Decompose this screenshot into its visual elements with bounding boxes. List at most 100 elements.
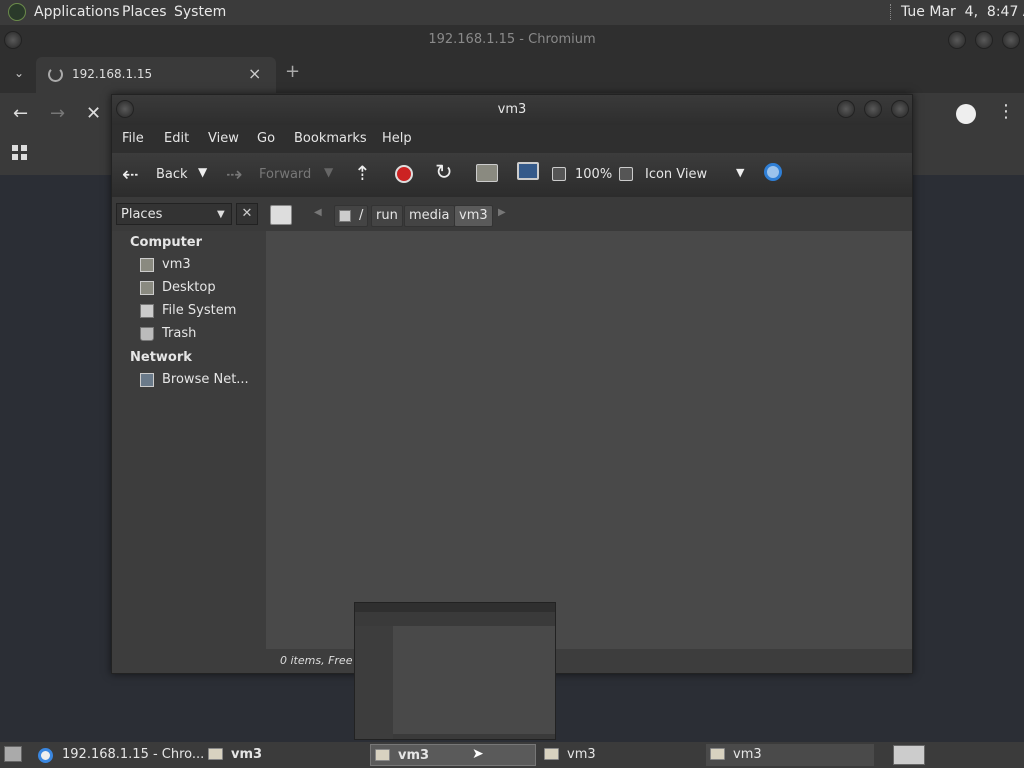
close-window-icon[interactable] bbox=[891, 100, 909, 118]
taskbar-item-vm3[interactable]: vm3 bbox=[706, 744, 874, 766]
up-arrow-icon[interactable]: ⇡ bbox=[354, 161, 371, 185]
tab-title: 192.168.1.15 bbox=[72, 67, 153, 81]
workspace-switcher[interactable] bbox=[893, 745, 925, 765]
trash-icon bbox=[140, 327, 154, 341]
places-selector-label: Places bbox=[121, 207, 163, 222]
back-history-dropdown-icon[interactable]: ▼ bbox=[198, 165, 207, 179]
back-button[interactable]: Back bbox=[156, 167, 188, 182]
gnome-foot-icon[interactable] bbox=[8, 3, 26, 21]
new-tab-button[interactable]: + bbox=[285, 61, 300, 82]
stop-icon[interactable] bbox=[395, 165, 413, 183]
path-scroll-right-icon[interactable]: ▶ bbox=[498, 207, 506, 218]
computer-icon[interactable] bbox=[517, 162, 539, 180]
back-arrow-icon[interactable]: ← bbox=[13, 103, 28, 124]
close-window-icon[interactable] bbox=[1002, 31, 1020, 49]
reload-icon[interactable]: ↻ bbox=[435, 160, 453, 184]
main-toolbar: ⇠ Back ▼ ⇢ Forward ▼ ⇡ ↻ 100% Icon View … bbox=[112, 153, 912, 197]
applications-menu[interactable]: Applications bbox=[34, 4, 120, 20]
place-label: Browse Net... bbox=[162, 372, 249, 387]
forward-history-dropdown-icon[interactable]: ▼ bbox=[324, 165, 333, 179]
edit-location-icon[interactable] bbox=[270, 205, 292, 225]
network-icon bbox=[140, 373, 154, 387]
taskbar-label: 192.168.1.15 - Chro... bbox=[62, 747, 205, 762]
taskbar-item-vm3[interactable]: vm3 bbox=[204, 744, 364, 766]
taskbar-item-vm3-active[interactable]: vm3 bbox=[370, 744, 536, 766]
back-arrow-icon[interactable]: ⇠ bbox=[122, 162, 139, 186]
thumb-titlebar bbox=[355, 603, 555, 612]
folder-icon bbox=[208, 747, 223, 760]
hard-drive-icon bbox=[339, 210, 351, 222]
minimize-icon[interactable] bbox=[837, 100, 855, 118]
taskbar-item-vm3[interactable]: vm3 bbox=[540, 744, 700, 766]
menu-help[interactable]: Help bbox=[382, 131, 412, 146]
maximize-icon[interactable] bbox=[864, 100, 882, 118]
system-menu[interactable]: System bbox=[174, 4, 226, 20]
home-icon[interactable] bbox=[476, 164, 498, 182]
zoom-level[interactable]: 100% bbox=[575, 167, 612, 182]
place-label: vm3 bbox=[162, 257, 191, 272]
places-dropdown-icon: ▼ bbox=[217, 209, 225, 220]
panel-separator bbox=[890, 4, 892, 20]
maximize-icon[interactable] bbox=[975, 31, 993, 49]
tab-strip: ⌄ 192.168.1.15 × + bbox=[0, 55, 1024, 93]
mouse-cursor-icon: ➤ bbox=[472, 746, 484, 762]
place-label: Trash bbox=[162, 326, 197, 341]
view-mode-dropdown-icon[interactable]: ▼ bbox=[736, 166, 744, 179]
place-label: Desktop bbox=[162, 280, 216, 295]
zoom-out-icon[interactable] bbox=[552, 167, 566, 181]
menu-file[interactable]: File bbox=[122, 131, 144, 146]
tab-close-icon[interactable]: × bbox=[248, 64, 261, 83]
taskbar-item-chromium[interactable]: 192.168.1.15 - Chro... bbox=[34, 744, 204, 766]
forward-arrow-icon[interactable]: ⇢ bbox=[226, 162, 243, 186]
chromium-titlebar[interactable]: 192.168.1.15 - Chromium bbox=[0, 25, 1024, 55]
file-manager-title: vm3 bbox=[497, 102, 527, 117]
window-menu-icon[interactable] bbox=[4, 31, 22, 49]
clock[interactable]: Tue Mar 4, 8:47 AM bbox=[901, 4, 1024, 20]
path-crumb-media[interactable]: media bbox=[404, 205, 455, 227]
menu-bar: File Edit View Go Bookmarks Help bbox=[112, 125, 912, 153]
taskbar-label: vm3 bbox=[733, 747, 762, 762]
side-pane: Computer vm3 Desktop File System Trash N… bbox=[112, 231, 266, 673]
path-scroll-left-icon[interactable]: ◀ bbox=[314, 207, 322, 218]
minimize-icon[interactable] bbox=[948, 31, 966, 49]
places-selector[interactable]: Places ▼ bbox=[116, 203, 232, 225]
taskbar-label: vm3 bbox=[567, 747, 596, 762]
stop-loading-icon[interactable]: ✕ bbox=[86, 103, 101, 124]
window-preview-thumbnail[interactable] bbox=[354, 602, 556, 740]
browser-menu-icon[interactable]: ⋮ bbox=[997, 101, 1015, 122]
chromium-icon bbox=[38, 748, 53, 763]
chromium-window-title: 192.168.1.15 - Chromium bbox=[428, 32, 596, 47]
view-mode-select[interactable]: Icon View bbox=[645, 167, 707, 182]
file-view-area[interactable] bbox=[266, 231, 912, 649]
path-crumb-vm3[interactable]: vm3 bbox=[454, 205, 493, 227]
close-pane-icon[interactable]: ✕ bbox=[236, 203, 258, 225]
forward-arrow-icon[interactable]: → bbox=[50, 103, 65, 124]
folder-icon bbox=[544, 747, 559, 760]
menu-go[interactable]: Go bbox=[257, 131, 275, 146]
desktop-icon bbox=[140, 281, 154, 295]
show-desktop-icon[interactable] bbox=[4, 746, 22, 762]
profile-avatar-icon[interactable] bbox=[956, 104, 976, 124]
browser-tab[interactable]: 192.168.1.15 × bbox=[36, 57, 276, 93]
home-folder-icon bbox=[140, 258, 154, 272]
thumb-toolbar bbox=[355, 612, 555, 626]
file-manager-window: vm3 File Edit View Go Bookmarks Help ⇠ B… bbox=[111, 94, 913, 674]
thumb-sidepane bbox=[355, 626, 393, 739]
menu-view[interactable]: View bbox=[208, 131, 239, 146]
places-menu[interactable]: Places bbox=[122, 4, 167, 20]
menu-edit[interactable]: Edit bbox=[164, 131, 189, 146]
location-bar: Places ▼ ✕ ◀ / run media vm3 ▶ bbox=[112, 197, 912, 231]
tab-search-chevron-icon[interactable]: ⌄ bbox=[14, 66, 24, 80]
apps-grid-icon[interactable] bbox=[12, 145, 27, 160]
taskbar-label: vm3 bbox=[231, 747, 263, 762]
bottom-taskbar: 192.168.1.15 - Chro... vm3 vm3 vm3 vm3 ➤ bbox=[0, 742, 1024, 768]
menu-bookmarks[interactable]: Bookmarks bbox=[294, 131, 367, 146]
path-crumb-run[interactable]: run bbox=[371, 205, 403, 227]
zoom-in-icon[interactable] bbox=[619, 167, 633, 181]
forward-button[interactable]: Forward bbox=[259, 167, 311, 182]
window-menu-icon[interactable] bbox=[116, 100, 134, 118]
file-manager-titlebar[interactable]: vm3 bbox=[112, 95, 912, 125]
section-heading-network: Network bbox=[130, 350, 192, 365]
search-icon[interactable] bbox=[764, 163, 782, 181]
path-root-crumb[interactable]: / bbox=[334, 205, 368, 227]
